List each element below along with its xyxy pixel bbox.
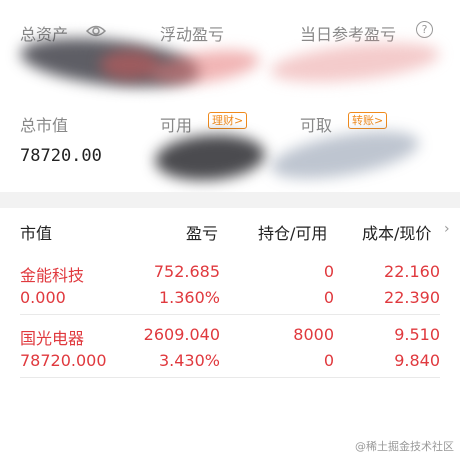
total-market-value: 78720.00 [20, 146, 102, 166]
row-pl-pct: 1.360% [158, 288, 220, 307]
stock-name: 国光电器 [20, 329, 85, 348]
col-header-pl: 盈亏 [186, 224, 219, 243]
row-available: 0 [323, 351, 334, 370]
table-row[interactable]: 金能科技 752.685 0 22.160 0.000 1.360% 0 22.… [0, 252, 460, 312]
row-pl: 752.685 [153, 262, 220, 281]
row-pl: 2609.040 [143, 325, 220, 344]
row-cost: 22.160 [384, 262, 440, 281]
chevron-right-icon[interactable]: › [444, 221, 450, 237]
row-price: 22.390 [384, 288, 440, 307]
col-header-position: 持仓/可用 [258, 224, 328, 243]
row-divider [20, 377, 440, 378]
wealth-management-link[interactable]: 理财> [208, 112, 248, 129]
row-market-value: 78720.000 [20, 351, 107, 370]
floating-pl-label: 浮动盈亏 [160, 25, 225, 44]
col-header-market-value: 市值 [20, 224, 53, 243]
row-position: 8000 [293, 325, 334, 344]
row-position: 0 [323, 262, 334, 281]
transfer-link[interactable]: 转账> [348, 112, 388, 129]
withdrawable-label: 可取 [300, 116, 333, 135]
row-cost: 9.510 [394, 325, 440, 344]
eye-icon[interactable] [86, 24, 106, 38]
watermark: @稀土掘金技术社区 [355, 440, 454, 453]
today-ref-pl-label: 当日参考盈亏 [300, 25, 397, 44]
redaction-scribble [268, 36, 442, 89]
col-header-cost-price: 成本/现价 [362, 224, 432, 243]
table-row[interactable]: 国光电器 2609.040 8000 9.510 78720.000 3.430… [0, 315, 460, 375]
market-value-label: 总市值 [20, 116, 69, 135]
row-available: 0 [323, 288, 334, 307]
redaction-scribble [267, 122, 423, 188]
section-separator [0, 192, 460, 208]
row-market-value: 0.000 [20, 288, 66, 307]
row-pl-pct: 3.430% [158, 351, 220, 370]
redaction-scribble [153, 131, 267, 184]
available-label: 可用 [160, 116, 193, 135]
stock-name: 金能科技 [20, 266, 85, 285]
info-icon[interactable]: ? [416, 21, 433, 38]
row-price: 9.840 [394, 351, 440, 370]
